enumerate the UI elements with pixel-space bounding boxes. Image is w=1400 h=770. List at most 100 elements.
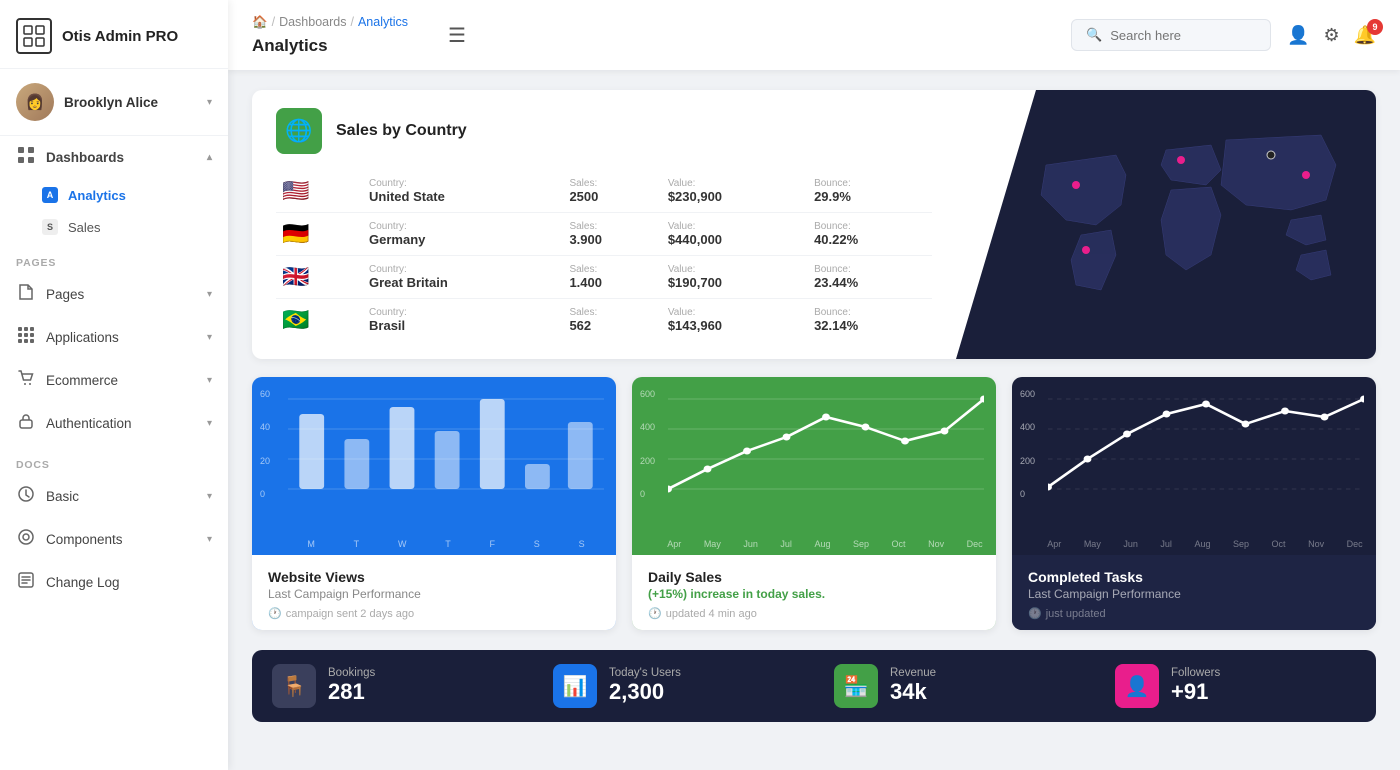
sales-badge: S	[42, 219, 58, 235]
basic-icon	[16, 485, 36, 508]
stat-item: 📊 Today's Users 2,300	[533, 650, 814, 722]
stat-label: Today's Users	[609, 667, 681, 679]
bar-chart-svg	[288, 389, 604, 509]
sales-table-section: 🌐 Sales by Country 🇺🇸 Country: United St…	[252, 90, 956, 359]
country-flag: 🇩🇪	[282, 221, 309, 246]
table-row: 🇬🇧 Country: Great Britain Sales: 1.400 V…	[276, 256, 932, 299]
hamburger-icon[interactable]: ☰	[448, 23, 466, 48]
stat-icon: 🪑	[272, 664, 316, 708]
completed-tasks-card: 6004002000	[1012, 377, 1376, 630]
completed-tasks-footer: Completed Tasks Last Campaign Performanc…	[1012, 555, 1376, 630]
notification-badge: 9	[1367, 19, 1383, 35]
ecommerce-chevron-icon: ▾	[207, 375, 212, 386]
sidebar-item-authentication[interactable]: Authentication ▾	[0, 402, 228, 445]
breadcrumb: 🏠 / Dashboards / Analytics Analytics	[252, 15, 408, 56]
search-input[interactable]	[1110, 28, 1256, 43]
completed-tasks-subtitle: Last Campaign Performance	[1028, 587, 1360, 601]
changelog-label: Change Log	[46, 575, 212, 590]
stat-label: Bookings	[328, 667, 375, 679]
sidebar: Otis Admin PRO 👩 Brooklyn Alice ▾ Dashbo…	[0, 0, 228, 770]
sales-card-icon: 🌐	[276, 108, 322, 154]
website-views-x-labels: MTWTFSS	[252, 537, 616, 555]
breadcrumb-analytics: Analytics	[358, 15, 408, 29]
sidebar-item-analytics[interactable]: A Analytics	[0, 179, 228, 211]
user-chevron-icon: ▾	[207, 97, 212, 108]
section-pages-label: PAGES	[0, 243, 228, 273]
daily-sales-y-labels: 6004002000	[640, 389, 655, 499]
table-row: 🇩🇪 Country: Germany Sales: 3.900 Value: …	[276, 213, 932, 256]
country-table: 🇺🇸 Country: United State Sales: 2500 Val…	[276, 170, 932, 341]
country-flag: 🇧🇷	[282, 307, 309, 332]
completed-tasks-y-labels: 6004002000	[1020, 389, 1035, 499]
country-flag: 🇬🇧	[282, 264, 309, 289]
completed-tasks-title: Completed Tasks	[1028, 569, 1360, 585]
website-views-subtitle: Last Campaign Performance	[268, 587, 600, 601]
authentication-chevron-icon: ▾	[207, 418, 212, 429]
breadcrumb-home-icon: 🏠	[252, 15, 268, 30]
breadcrumb-dashboards[interactable]: Dashboards	[279, 15, 346, 29]
stat-icon: 👤	[1115, 664, 1159, 708]
header-actions: 👤 ⚙ 🔔 9	[1287, 25, 1376, 46]
notifications-icon[interactable]: 🔔 9	[1354, 25, 1376, 46]
sidebar-item-sales[interactable]: S Sales	[0, 211, 228, 243]
sidebar-item-pages[interactable]: Pages ▾	[0, 273, 228, 316]
sidebar-item-applications[interactable]: Applications ▾	[0, 316, 228, 359]
ecommerce-label: Ecommerce	[46, 373, 197, 388]
dashboards-label: Dashboards	[46, 150, 197, 165]
section-docs-label: DOCS	[0, 445, 228, 475]
stat-label: Followers	[1171, 667, 1220, 679]
ecommerce-icon	[16, 369, 36, 392]
website-views-meta: 🕐 campaign sent 2 days ago	[268, 607, 600, 620]
pages-chevron-icon: ▾	[207, 289, 212, 300]
daily-sales-x-labels: AprMayJunJulAugSepOctNovDec	[632, 537, 996, 555]
pages-icon	[16, 283, 36, 306]
sidebar-item-ecommerce[interactable]: Ecommerce ▾	[0, 359, 228, 402]
daily-sales-title: Daily Sales	[648, 569, 980, 585]
sales-label: Sales	[68, 220, 101, 235]
daily-sales-meta: 🕐 updated 4 min ago	[648, 607, 980, 620]
sidebar-item-changelog[interactable]: Change Log	[0, 561, 228, 604]
clock-icon3: 🕐	[1028, 607, 1042, 620]
content-area: 🌐 Sales by Country 🇺🇸 Country: United St…	[228, 70, 1400, 770]
pages-label: Pages	[46, 287, 197, 302]
table-row: 🇺🇸 Country: United State Sales: 2500 Val…	[276, 170, 932, 213]
applications-icon	[16, 326, 36, 349]
page-title: Analytics	[252, 36, 328, 56]
sidebar-item-dashboards[interactable]: Dashboards ▴	[0, 136, 228, 179]
authentication-label: Authentication	[46, 416, 197, 431]
sidebar-item-components[interactable]: Components ▾	[0, 518, 228, 561]
stat-value: +91	[1171, 679, 1220, 705]
completed-tasks-x-labels: AprMayJunJulAugSepOctNovDec	[1012, 537, 1376, 555]
stat-label: Revenue	[890, 667, 936, 679]
applications-label: Applications	[46, 330, 197, 345]
main-content: 🏠 / Dashboards / Analytics Analytics ☰ 🔍…	[228, 0, 1400, 770]
sales-by-country-card: 🌐 Sales by Country 🇺🇸 Country: United St…	[252, 90, 1376, 359]
world-map-section	[956, 90, 1376, 359]
app-title: Otis Admin PRO	[62, 28, 178, 45]
user-name: Brooklyn Alice	[64, 95, 158, 110]
authentication-icon	[16, 412, 36, 435]
components-icon	[16, 528, 36, 551]
daily-sales-card: 6004002000	[632, 377, 996, 630]
sidebar-item-basic[interactable]: Basic ▾	[0, 475, 228, 518]
search-box[interactable]: 🔍	[1071, 19, 1271, 51]
website-views-card: 6040200	[252, 377, 616, 630]
country-flag: 🇺🇸	[282, 178, 309, 203]
dashboards-chevron-icon: ▴	[207, 152, 212, 163]
user-icon[interactable]: 👤	[1287, 25, 1309, 46]
user-profile[interactable]: 👩 Brooklyn Alice ▾	[0, 69, 228, 136]
stats-bar: 🪑 Bookings 281 📊 Today's Users 2,300 🏪 R…	[252, 650, 1376, 722]
website-views-y-labels: 6040200	[260, 389, 270, 499]
charts-row: 6040200	[252, 377, 1376, 630]
daily-sales-subtitle: (+15%) increase in today sales.	[648, 587, 980, 601]
stat-item: 🪑 Bookings 281	[252, 650, 533, 722]
clock-icon2: 🕐	[648, 607, 662, 620]
sidebar-logo: Otis Admin PRO	[0, 0, 228, 69]
dashboards-icon	[16, 146, 36, 169]
avatar: 👩	[16, 83, 54, 121]
settings-icon[interactable]: ⚙	[1323, 25, 1339, 46]
applications-chevron-icon: ▾	[207, 332, 212, 343]
stat-icon: 📊	[553, 664, 597, 708]
daily-sales-footer: Daily Sales (+15%) increase in today sal…	[632, 555, 996, 630]
stat-value: 34k	[890, 679, 936, 705]
